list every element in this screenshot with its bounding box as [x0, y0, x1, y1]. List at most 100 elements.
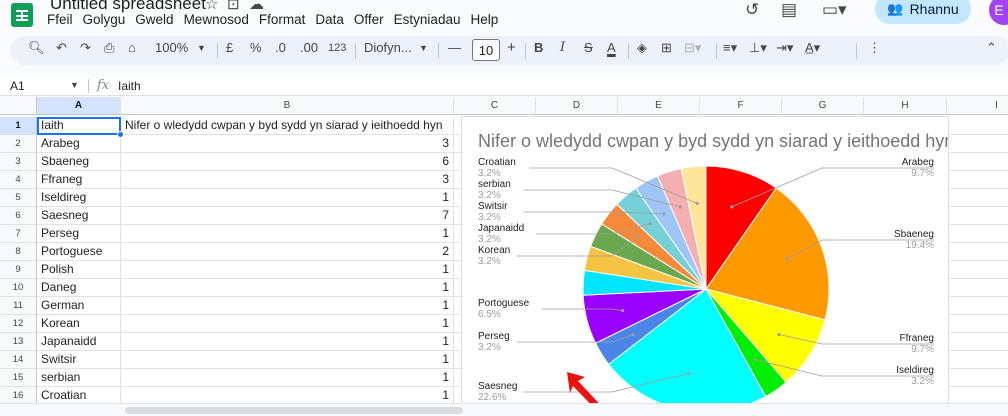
- column-header-c[interactable]: C: [454, 97, 536, 115]
- cell-empty[interactable]: [947, 279, 1008, 297]
- row-header[interactable]: 12: [0, 315, 37, 333]
- cell-count[interactable]: 1: [121, 279, 454, 297]
- cell-language[interactable]: Croatian: [37, 387, 121, 403]
- cell-empty[interactable]: [947, 333, 1008, 351]
- text-wrapping-icon[interactable]: ⇥▾: [776, 40, 793, 56]
- cell-count[interactable]: 2: [121, 243, 454, 261]
- cell-count[interactable]: 1: [121, 333, 454, 351]
- undo-icon[interactable]: ↶: [56, 40, 67, 56]
- collapse-menus-icon[interactable]: ⌃: [986, 40, 997, 56]
- cell-language[interactable]: Switsir: [37, 351, 121, 369]
- cell-empty[interactable]: [947, 315, 1008, 333]
- cell-empty[interactable]: [947, 207, 1008, 225]
- column-header-h[interactable]: H: [864, 97, 947, 115]
- cell-count[interactable]: 6: [121, 153, 454, 171]
- font-family-select[interactable]: Diofyn...: [364, 40, 412, 55]
- cell-empty[interactable]: [947, 351, 1008, 369]
- paint-format-icon[interactable]: ⌂: [128, 40, 136, 55]
- cell-empty[interactable]: [947, 189, 1008, 207]
- menu-item[interactable]: Mewnosod: [179, 12, 254, 27]
- cell-language[interactable]: Iaith: [37, 117, 121, 135]
- row-header[interactable]: 4: [0, 171, 37, 189]
- row-header[interactable]: 14: [0, 351, 37, 369]
- menu-item[interactable]: Fformat: [254, 12, 311, 27]
- merge-cells-icon[interactable]: ⊟▾: [684, 40, 701, 56]
- avatar[interactable]: E: [989, 0, 1008, 25]
- comments-icon[interactable]: ▤: [781, 0, 797, 20]
- text-rotation-icon[interactable]: A̲▾: [805, 40, 820, 56]
- row-header[interactable]: 16: [0, 387, 37, 403]
- menu-item[interactable]: Help: [465, 12, 503, 27]
- formula-input[interactable]: Iaith: [118, 79, 141, 93]
- currency-format-button[interactable]: £: [226, 40, 233, 55]
- zoom-select[interactable]: 100%: [155, 40, 188, 55]
- cell-language[interactable]: Polish: [37, 261, 121, 279]
- cell-empty[interactable]: [947, 135, 1008, 153]
- font-size-input[interactable]: 10: [472, 39, 500, 61]
- borders-icon[interactable]: ⊞: [661, 40, 672, 56]
- share-button[interactable]: 👥 Rhannu: [875, 0, 971, 24]
- row-header[interactable]: 1: [0, 117, 37, 135]
- cell-language[interactable]: serbian: [37, 369, 121, 387]
- decrease-decimal-button[interactable]: .0: [275, 40, 286, 55]
- column-header-b[interactable]: B: [121, 97, 454, 115]
- column-header-f[interactable]: F: [700, 97, 782, 115]
- name-box-chevron-down-icon[interactable]: ▼: [70, 80, 79, 90]
- menu-item[interactable]: Estyniadau: [389, 12, 466, 27]
- cell-count[interactable]: 7: [121, 207, 454, 225]
- column-header-e[interactable]: E: [618, 97, 700, 115]
- cell-language[interactable]: Korean: [37, 315, 121, 333]
- cell-empty[interactable]: [947, 243, 1008, 261]
- row-header[interactable]: 9: [0, 261, 37, 279]
- decrease-font-size-icon[interactable]: —: [448, 40, 461, 55]
- menu-item[interactable]: Golygu: [78, 12, 131, 27]
- row-header[interactable]: 13: [0, 333, 37, 351]
- increase-font-size-icon[interactable]: +: [507, 39, 516, 56]
- cell-empty[interactable]: [947, 153, 1008, 171]
- vertical-align-icon[interactable]: ⊥▾: [749, 40, 767, 56]
- italic-button[interactable]: I: [560, 40, 565, 55]
- cell-language[interactable]: German: [37, 297, 121, 315]
- row-header[interactable]: 5: [0, 189, 37, 207]
- column-header-g[interactable]: G: [782, 97, 864, 115]
- cell-count[interactable]: 3: [121, 171, 454, 189]
- fill-color-icon[interactable]: ◈: [637, 40, 647, 56]
- cell-language[interactable]: Saesneg: [37, 207, 121, 225]
- number-format-button[interactable]: 123: [328, 42, 346, 54]
- row-header[interactable]: 8: [0, 243, 37, 261]
- more-options-icon[interactable]: ⋮: [868, 40, 881, 56]
- pie-chart[interactable]: Nifer o wledydd cwpan y byd sydd yn siar…: [461, 116, 949, 406]
- cell-language[interactable]: Portoguese: [37, 243, 121, 261]
- menu-item[interactable]: Ffeil: [42, 12, 78, 27]
- cell-language[interactable]: Arabeg: [37, 135, 121, 153]
- print-icon[interactable]: ⎙: [104, 40, 114, 56]
- cell-language[interactable]: Iseldireg: [37, 189, 121, 207]
- cell-language[interactable]: Daneg: [37, 279, 121, 297]
- cell-count[interactable]: 1: [121, 297, 454, 315]
- cell-count[interactable]: 1: [121, 369, 454, 387]
- text-color-button[interactable]: A: [607, 40, 616, 55]
- meet-video-icon[interactable]: ▭▾: [822, 0, 847, 20]
- cell-language[interactable]: Perseg: [37, 225, 121, 243]
- cell-count[interactable]: 1: [121, 261, 454, 279]
- horizontal-align-icon[interactable]: ≡▾: [723, 40, 737, 56]
- cell-count[interactable]: 1: [121, 387, 454, 403]
- cell-empty[interactable]: [947, 117, 1008, 135]
- row-header[interactable]: 10: [0, 279, 37, 297]
- percent-format-button[interactable]: %: [250, 40, 262, 55]
- fill-handle[interactable]: [117, 131, 124, 138]
- cell-empty[interactable]: [947, 261, 1008, 279]
- cell-empty[interactable]: [947, 369, 1008, 387]
- name-box[interactable]: A1: [10, 79, 25, 93]
- search-menus-icon[interactable]: 🔍︎: [28, 40, 45, 56]
- select-all-corner[interactable]: [0, 97, 37, 115]
- cell-count[interactable]: 1: [121, 225, 454, 243]
- cell-language[interactable]: Ffraneg: [37, 171, 121, 189]
- sheets-logo-icon[interactable]: [11, 3, 33, 27]
- column-header-d[interactable]: D: [536, 97, 618, 115]
- bold-button[interactable]: B: [534, 40, 543, 55]
- menu-item[interactable]: Gweld: [130, 12, 178, 27]
- row-header[interactable]: 3: [0, 153, 37, 171]
- cell-empty[interactable]: [947, 225, 1008, 243]
- redo-icon[interactable]: ↷: [80, 40, 91, 56]
